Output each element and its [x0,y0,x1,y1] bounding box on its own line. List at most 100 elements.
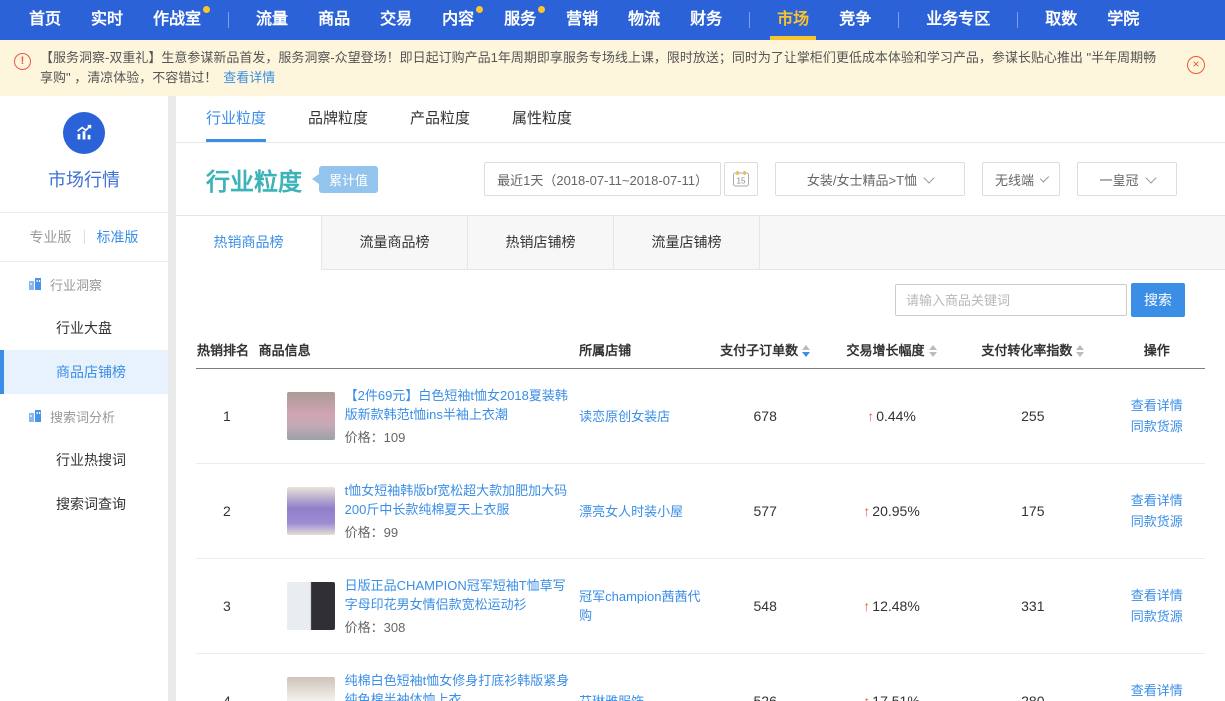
product-thumbnail[interactable] [287,582,335,630]
shop-link[interactable]: 漂亮女人时装小屋 [579,502,683,521]
nav-item-logistics[interactable]: 物流 [613,0,675,40]
subtab-hot-products[interactable]: 热销商品榜 [176,216,322,270]
notification-dot-icon [476,6,483,13]
product-thumbnail[interactable] [287,392,335,440]
sidebar-gap [168,96,176,701]
conversion-cell: 175 [957,464,1108,559]
title-row: 行业粒度 累计值 最近1天（2018-07-11~2018-07-11） 15 [176,143,1225,215]
nav-item-marketing[interactable]: 营销 [551,0,613,40]
svg-text:15: 15 [737,177,746,186]
terminal-dropdown[interactable]: 无线端 [982,162,1060,196]
view-details-link[interactable]: 查看详情 [223,70,275,85]
col-header-conversion[interactable]: 支付转化率指数 [957,330,1108,369]
product-cell: 日版正品CHAMPION冠军短袖T恤草写字母印花男女情侣款宽松运动衫 价格：30… [259,576,577,636]
product-title-link[interactable]: 【2件69元】白色短袖t恤女2018夏装韩版新款韩范t恤ins半袖上衣潮 [345,386,573,424]
nav-item-home[interactable]: 首页 [14,0,76,40]
product-title-link[interactable]: 日版正品CHAMPION冠军短袖T恤草写字母印花男女情侣款宽松运动衫 [345,576,573,614]
tab-attribute-granularity[interactable]: 属性粒度 [512,96,572,142]
conversion-cell: 331 [957,559,1108,654]
shop-link[interactable]: 读恋原创女装店 [579,407,670,426]
filter-bar: 最近1天（2018-07-11~2018-07-11） 15 女装/女士精品>T… [484,162,1177,196]
nav-label: 首页 [29,11,61,28]
subtab-hot-shops[interactable]: 热销店铺榜 [468,216,614,269]
sidebar-section-industry-insight: 行业洞察 [0,262,168,306]
nav-item-finance[interactable]: 财务 [675,0,737,40]
nav-item-realtime[interactable]: 实时 [76,0,138,40]
conversion-cell: 280 [957,654,1108,701]
nav-item-content[interactable]: 内容 [427,0,489,40]
keyword-search-input[interactable] [895,284,1127,316]
product-thumbnail[interactable] [287,677,335,701]
view-details-link[interactable]: 查看详情 [1109,490,1204,511]
version-pro[interactable]: 专业版 [30,227,72,247]
product-title-link[interactable]: 纯棉白色短袖t恤女修身打底衫韩版紧身纯色棉半袖体恤上衣 [345,671,573,701]
page-title: 行业粒度 [206,162,302,197]
view-details-link[interactable]: 查看详情 [1109,395,1204,416]
nav-divider [1017,12,1018,28]
tab-brand-granularity[interactable]: 品牌粒度 [308,96,368,142]
table-row: 3 日版正品CHAMPION冠军短袖T恤草写字母印花男女情侣款宽松运动衫 价格：… [196,559,1205,654]
sidebar-item-hot-search-words[interactable]: 行业热搜词 [0,438,168,482]
nav-label: 物流 [628,11,660,28]
product-cell: t恤女短袖韩版bf宽松超大款加肥加大码200斤中长款纯棉夏天上衣服 价格：99 [259,481,577,541]
shop-level-value: 一皇冠 [1099,170,1138,189]
nav-label: 学院 [1107,11,1139,28]
sidebar-item-industry-overview[interactable]: 行业大盘 [0,306,168,350]
close-icon[interactable]: × [1187,56,1205,74]
sidebar-item-product-shop-rank[interactable]: 商品店铺榜 [0,350,168,394]
product-title-link[interactable]: t恤女短袖韩版bf宽松超大款加肥加大码200斤中长款纯棉夏天上衣服 [345,481,573,519]
growth-cell: ↑0.44% [826,369,957,464]
view-details-link[interactable]: 查看详情 [1109,680,1204,701]
nav-divider [228,12,229,28]
tab-product-granularity[interactable]: 产品粒度 [410,96,470,142]
table-row: 4 纯棉白色短袖t恤女修身打底衫韩版紧身纯色棉半袖体恤上衣 价格：88 艾琳雅服… [196,654,1205,701]
nav-item-warroom[interactable]: 作战室 [138,0,216,40]
version-standard[interactable]: 标准版 [97,227,139,247]
shop-level-dropdown[interactable]: 一皇冠 [1077,162,1177,196]
calendar-button[interactable]: 15 [724,162,758,196]
orders-cell: 678 [704,369,825,464]
nav-label: 交易 [380,11,412,28]
subtab-traffic-products[interactable]: 流量商品榜 [322,216,468,269]
nav-label: 实时 [91,11,123,28]
nav-item-market[interactable]: 市场 [762,0,824,40]
same-supply-link[interactable]: 同款货源 [1109,606,1204,627]
orders-cell: 526 [704,654,825,701]
sidebar-item-search-word-query[interactable]: 搜索词查询 [0,482,168,526]
shop-link[interactable]: 冠军champion茜茜代购 [579,587,703,625]
rank-subtabs: 热销商品榜 流量商品榜 热销店铺榜 流量店铺榜 [176,215,1225,270]
chevron-down-icon [923,172,934,183]
search-button[interactable]: 搜索 [1131,283,1185,317]
nav-label: 取数 [1045,11,1077,28]
announcement-text: 【服务洞察-双重礼】生意参谋新品首发，服务洞察-众望登场！即日起订购产品1年周期… [40,50,1156,85]
announcement-bar: ! 【服务洞察-双重礼】生意参谋新品首发，服务洞察-众望登场！即日起订购产品1年… [0,40,1225,104]
view-details-link[interactable]: 查看详情 [1109,585,1204,606]
date-range-selector[interactable]: 最近1天（2018-07-11~2018-07-11） [484,162,721,196]
col-header-orders[interactable]: 支付子订单数 [704,330,825,369]
rank-table: 热销排名 商品信息 所属店铺 支付子订单数 交易增长幅度 支付转化率指数 操作 … [196,330,1205,701]
shop-link[interactable]: 艾琳雅服饰 [579,692,644,701]
col-header-growth[interactable]: 交易增长幅度 [826,330,957,369]
nav-item-transactions[interactable]: 交易 [365,0,427,40]
subtab-traffic-shops[interactable]: 流量店铺榜 [614,216,760,269]
nav-item-products[interactable]: 商品 [303,0,365,40]
sort-icon[interactable] [1076,345,1084,357]
sort-icon[interactable] [929,345,937,357]
nav-label: 流量 [256,11,288,28]
nav-item-competition[interactable]: 竞争 [824,0,886,40]
main-content: 行业粒度 品牌粒度 产品粒度 属性粒度 行业粒度 累计值 最近1天（2018-0… [176,96,1225,701]
product-thumbnail[interactable] [287,487,335,535]
tab-industry-granularity[interactable]: 行业粒度 [206,96,266,142]
nav-item-traffic[interactable]: 流量 [241,0,303,40]
nav-label: 财务 [690,11,722,28]
arrow-up-icon: ↑ [863,693,870,701]
nav-item-data-fetch[interactable]: 取数 [1030,0,1092,40]
nav-item-business-zone[interactable]: 业务专区 [911,0,1005,40]
sort-icon[interactable] [802,345,810,357]
same-supply-link[interactable]: 同款货源 [1109,416,1204,437]
same-supply-link[interactable]: 同款货源 [1109,511,1204,532]
category-dropdown[interactable]: 女装/女士精品>T恤 [775,162,965,196]
nav-item-services[interactable]: 服务 [489,0,551,40]
nav-item-academy[interactable]: 学院 [1092,0,1154,40]
sidebar-section-search-analysis: 搜索词分析 [0,394,168,438]
